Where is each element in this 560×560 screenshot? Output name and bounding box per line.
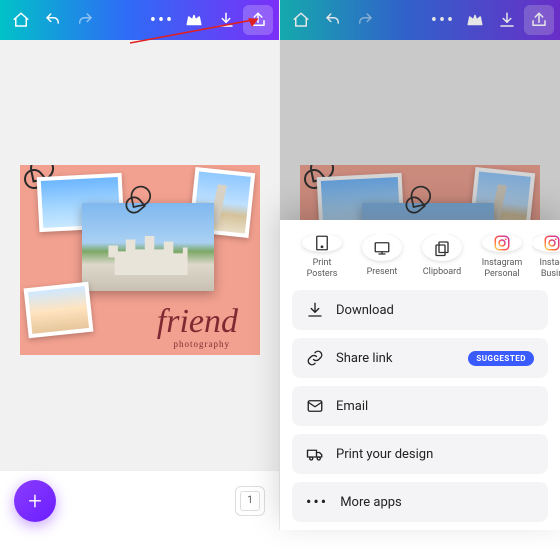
top-toolbar: ••• [280,0,560,40]
action-download[interactable]: Download [292,290,548,330]
truck-icon [306,445,324,463]
share-target-label: Present [367,267,398,278]
photo-main [82,203,214,291]
download-icon[interactable] [211,5,241,35]
download-icon [492,5,522,35]
action-share-link[interactable]: Share link SUGGESTED [292,338,548,378]
share-target-label: Clipboard [423,267,461,278]
share-sheet: Print Posters Present Clipboard [280,220,560,530]
crown-icon[interactable] [179,5,209,35]
share-target-instagram-personal[interactable]: Instagram Personal [472,234,532,278]
action-label: Download [336,303,394,318]
instagram-icon [482,234,522,252]
share-target-print-posters[interactable]: Print Posters [292,234,352,278]
action-label: More apps [340,495,402,510]
crown-icon [460,5,490,35]
add-button[interactable]: + [14,480,56,522]
link-icon [306,349,324,367]
present-icon [362,234,402,261]
photo-polaroid [24,282,94,339]
more-icon[interactable]: ••• [147,5,177,35]
redo-icon[interactable] [70,5,100,35]
undo-icon[interactable] [38,5,68,35]
canvas[interactable]: friend photography [0,40,279,470]
poster-icon [302,234,342,252]
home-icon [286,5,316,35]
download-icon [306,301,324,319]
share-target-clipboard[interactable]: Clipboard [412,234,472,278]
redo-icon [350,5,380,35]
share-sheet-screen: ••• friend photography [280,0,560,530]
action-more-apps[interactable]: ••• More apps [292,482,548,522]
editor-screen: ••• friend photography [0,0,280,530]
clipboard-icon [422,234,462,261]
home-icon[interactable] [6,5,36,35]
bottom-toolbar: + 1 [0,470,279,530]
share-target-label: Print Posters [307,258,338,280]
share-icon[interactable] [243,5,273,35]
design-artboard[interactable]: friend photography [20,165,260,355]
share-target-label: Instag Busin [540,258,560,278]
design-subtitle-text: photography [174,339,231,349]
share-actions-list: Download Share link SUGGESTED Email [280,284,560,522]
suggested-badge: SUGGESTED [468,351,534,366]
action-label: Share link [336,351,392,366]
action-label: Email [336,399,368,414]
instagram-icon [532,234,560,252]
design-title-text: friend [157,303,238,341]
share-icon [524,5,554,35]
page-count-button[interactable]: 1 [235,486,265,516]
page-count-label: 1 [247,495,253,506]
undo-icon [318,5,348,35]
share-targets-row[interactable]: Print Posters Present Clipboard [280,234,560,284]
action-print[interactable]: Print your design [292,434,548,474]
share-target-instagram-business[interactable]: Instag Busin [532,234,560,278]
top-toolbar: ••• [0,0,279,40]
more-icon: ••• [428,5,458,35]
share-target-label: Instagram Personal [482,258,523,280]
email-icon [306,397,324,415]
share-target-present[interactable]: Present [352,234,412,278]
canvas-dimmed: friend photography Print Posters [280,40,560,530]
action-label: Print your design [336,447,433,462]
action-email[interactable]: Email [292,386,548,426]
